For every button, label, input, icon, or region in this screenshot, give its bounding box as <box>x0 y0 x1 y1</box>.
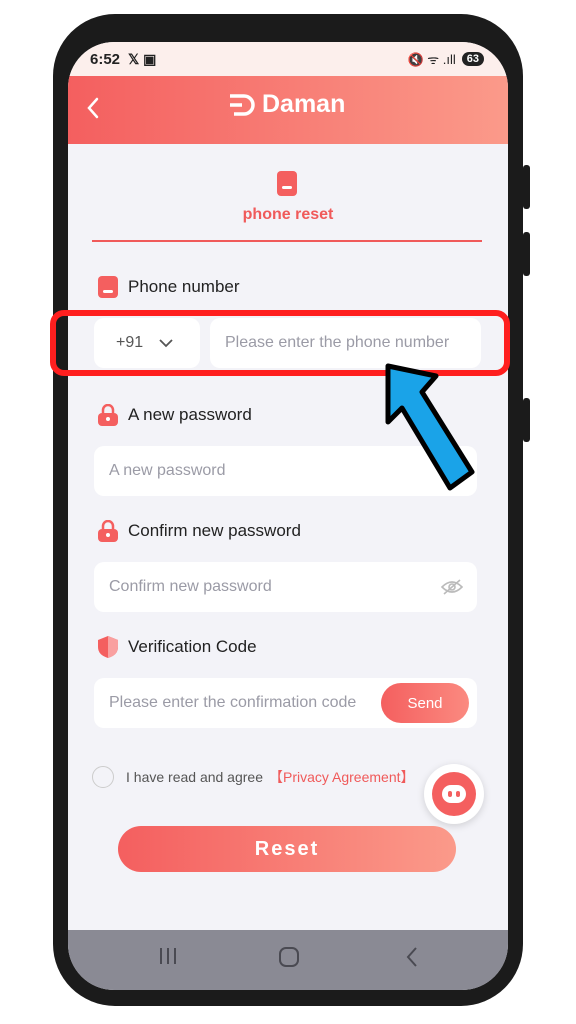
agreement-checkbox[interactable] <box>92 766 114 788</box>
tab-underline <box>92 240 482 242</box>
chat-icon <box>432 772 476 816</box>
chat-support-button[interactable] <box>424 764 484 824</box>
eye-off-icon[interactable] <box>441 578 463 596</box>
status-time: 6:52 <box>90 51 121 68</box>
status-indicators: 🔇 ᯤ .ıll 63 <box>407 50 484 68</box>
phone-icon <box>277 171 297 196</box>
send-code-button[interactable]: Send <box>381 683 469 723</box>
volume-up-button <box>523 165 530 209</box>
lock-icon <box>98 404 118 426</box>
new-password-label: A new password <box>98 404 252 426</box>
daman-logo-icon <box>230 93 255 116</box>
confirm-password-label: Confirm new password <box>98 520 301 542</box>
recent-apps-icon[interactable] <box>158 946 178 966</box>
volume-down-button <box>523 232 530 276</box>
agreement-text: I have read and agree <box>126 769 263 785</box>
chat-face-icon <box>442 785 466 803</box>
lock-icon <box>98 520 118 542</box>
new-password-label-text: A new password <box>128 405 252 424</box>
reset-button[interactable]: Reset <box>118 826 456 872</box>
status-bar: 6:52 𝕏 ▣ 🔇 ᯤ .ıll 63 <box>68 42 508 76</box>
app-name: Daman <box>262 90 346 118</box>
agreement-row: I have read and agree 【Privacy Agreement… <box>92 766 415 788</box>
signal-icons: 🔇 ᯤ .ıll <box>407 52 456 67</box>
power-button <box>523 398 530 442</box>
verification-placeholder: Please enter the confirmation code <box>109 694 357 711</box>
phone-label-text: Phone number <box>128 277 240 296</box>
verification-label-text: Verification Code <box>128 637 257 656</box>
phone-label: Phone number <box>98 276 240 298</box>
privacy-agreement-link[interactable]: 【Privacy Agreement】 <box>269 767 415 787</box>
chevron-left-icon <box>87 97 99 119</box>
new-password-placeholder: A new password <box>109 462 226 479</box>
verification-label: Verification Code <box>98 636 257 658</box>
confirm-password-input[interactable]: Confirm new password <box>94 562 477 612</box>
verification-code-input[interactable]: Please enter the confirmation code Send <box>94 678 477 728</box>
app-header: Daman <box>68 76 508 144</box>
app-screen: 6:52 𝕏 ▣ 🔇 ᯤ .ıll 63 Daman phone reset P… <box>68 42 508 990</box>
home-icon[interactable] <box>278 946 300 968</box>
system-nav-bar <box>68 930 508 990</box>
back-nav-icon[interactable] <box>404 946 420 968</box>
phone-icon <box>98 276 118 298</box>
tab-phone-reset[interactable]: phone reset <box>68 206 508 224</box>
battery-icon: 63 <box>461 52 484 66</box>
confirm-password-placeholder: Confirm new password <box>109 578 272 595</box>
pointer-arrow-icon <box>385 363 475 491</box>
notification-icons: 𝕏 ▣ <box>128 51 157 67</box>
back-button[interactable] <box>86 90 116 126</box>
shield-icon <box>98 636 118 658</box>
app-logo: Daman <box>228 90 345 119</box>
confirm-password-label-text: Confirm new password <box>128 521 301 540</box>
